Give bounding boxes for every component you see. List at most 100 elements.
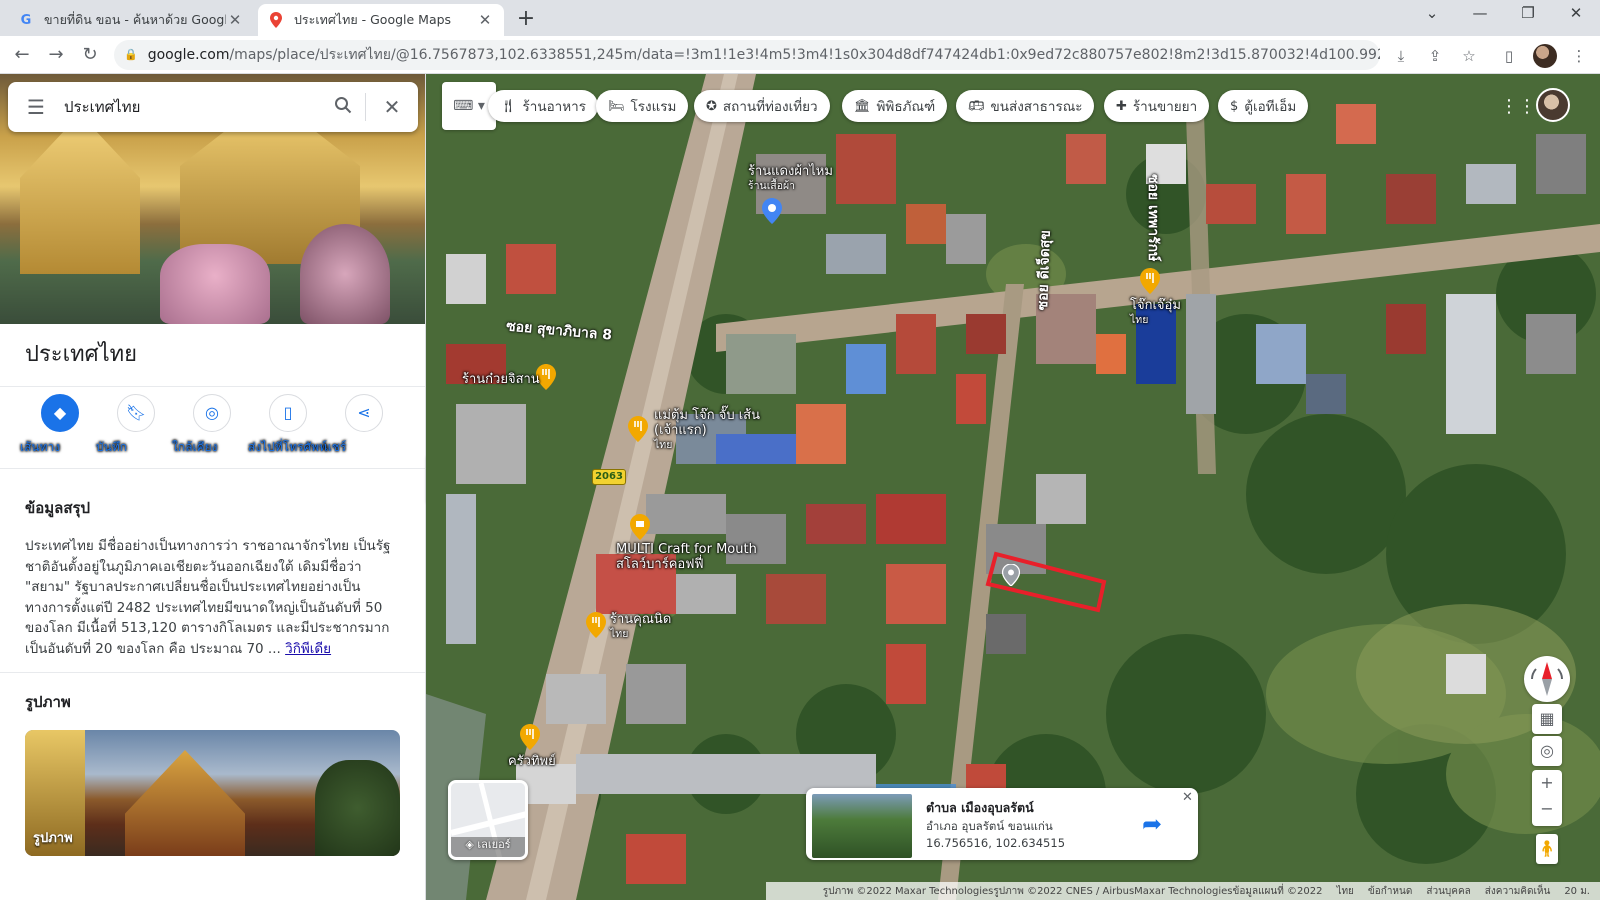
info-card-title: ตำบล เมืองอุบลรัตน์ bbox=[926, 800, 1034, 815]
shop-pin-icon[interactable] bbox=[762, 198, 782, 224]
nearby-icon: ◎ bbox=[193, 394, 231, 432]
url-path: /maps/place/ประเทศไทย/@16.7567873,102.63… bbox=[229, 47, 1380, 63]
browser-toolbar: ← → ↻ 🔒 google.com/maps/place/ประเทศไทย/… bbox=[0, 36, 1600, 74]
chip-hotels[interactable]: 🛏︎ โรงแรม bbox=[596, 90, 689, 122]
zoom-controls: + − bbox=[1532, 770, 1562, 826]
place-actions: ◆ เส้นทาง 🔖︎ บันทึก ◎ ใกล้เคียง ▯ ส่งไปท… bbox=[0, 394, 425, 464]
new-tab-button[interactable]: + bbox=[512, 6, 540, 32]
pharmacy-icon: ✚ bbox=[1116, 98, 1127, 114]
chip-restaurants[interactable]: 🍴︎ ร้านอาหาร bbox=[488, 90, 598, 122]
close-window-button[interactable]: ✕ bbox=[1558, 4, 1594, 22]
satellite-map[interactable]: ซอย สุขาภิบาล 8 ซอย เทพารักษ์ ซอย ดีเจ็ด… bbox=[426, 74, 1600, 900]
divider bbox=[0, 672, 425, 673]
photo-thumbnail[interactable]: รูปภาพ bbox=[25, 730, 400, 856]
place-side-panel: ☰ ประเทศไทย ✕ ประเทศไทย ◆ เส้นทาง 🔖︎ บัน… bbox=[0, 74, 426, 900]
my-location-icon[interactable]: ◎ bbox=[1532, 736, 1562, 766]
poi-label[interactable]: โจ๊กเจ๊อุ๋ม ไทย bbox=[1130, 298, 1181, 328]
bed-icon: 🛏︎ bbox=[608, 98, 625, 114]
layers-icon: ◈ bbox=[465, 838, 474, 851]
close-icon[interactable]: ✕ bbox=[1182, 790, 1193, 805]
terms-link[interactable]: ข้อกำหนด bbox=[1368, 884, 1412, 899]
address-bar[interactable]: 🔒 google.com/maps/place/ประเทศไทย/@16.75… bbox=[114, 40, 1380, 70]
poi-label[interactable]: MULTI Craft for Mouth สโลว์บาร์คอฟฟี่ bbox=[616, 542, 757, 572]
scale-bar[interactable]: 20 ม. bbox=[1564, 884, 1590, 899]
nearby-button[interactable]: ◎ ใกล้เคียง bbox=[172, 394, 252, 454]
poi-label[interactable]: ร้านคุณนิด ไทย bbox=[610, 612, 671, 642]
restaurant-pin-icon[interactable] bbox=[1140, 268, 1160, 294]
restaurant-pin-icon[interactable] bbox=[628, 416, 648, 442]
zoom-out-button[interactable]: − bbox=[1532, 796, 1562, 822]
chip-transit[interactable]: 🚌︎ ขนส่งสาธารณะ bbox=[956, 90, 1095, 122]
browser-tab-google-maps[interactable]: ประเทศไทย - Google Maps ✕ bbox=[258, 4, 504, 36]
street-view-thumbnail[interactable] bbox=[812, 794, 912, 858]
side-panel-icon[interactable]: ▯ bbox=[1498, 45, 1520, 67]
search-icon[interactable] bbox=[321, 96, 365, 119]
privacy-link[interactable]: ส่วนบุคคล bbox=[1426, 884, 1470, 899]
poi-label[interactable]: ร้านแดงผ้าไหม ร้านเสื้อผ้า bbox=[748, 164, 833, 194]
road-label: ซอย เทพารักษ์ bbox=[1145, 174, 1161, 262]
browser-tab-google-search[interactable]: G ขายที่ดิน ขอน - ค้นหาด้วย Google ✕ bbox=[8, 4, 254, 36]
language-link[interactable]: ไทย bbox=[1336, 884, 1353, 899]
tab-title: ขายที่ดิน ขอน - ค้นหาด้วย Google bbox=[44, 12, 226, 27]
chip-atms[interactable]: $ ตู้เอทีเอ็ม bbox=[1218, 90, 1309, 122]
install-icon[interactable]: ⤓ bbox=[1390, 45, 1412, 67]
close-tab-icon[interactable]: ✕ bbox=[476, 11, 494, 29]
poi-label[interactable]: ร้านก๋วยจิสาน bbox=[462, 372, 540, 387]
poi-label[interactable]: ครัวทิพย์ bbox=[508, 754, 556, 769]
maps-pin-icon bbox=[268, 12, 284, 28]
hamburger-menu-icon[interactable]: ☰ bbox=[8, 95, 64, 119]
dropped-pin-icon[interactable] bbox=[1002, 564, 1020, 586]
share-icon: ⋖ bbox=[345, 394, 383, 432]
restore-button[interactable]: ❐ bbox=[1510, 4, 1546, 22]
share-page-icon[interactable]: ⇪ bbox=[1424, 45, 1446, 67]
wikipedia-link[interactable]: วิกิพีเดีย bbox=[285, 641, 331, 657]
restaurant-pin-icon[interactable] bbox=[520, 724, 540, 750]
bus-icon: 🚌︎ bbox=[968, 98, 985, 114]
divider bbox=[0, 386, 425, 387]
photo-caption: รูปภาพ bbox=[33, 831, 73, 846]
bookmark-star-icon[interactable]: ☆ bbox=[1458, 45, 1480, 67]
chip-pharmacies[interactable]: ✚ ร้านขายยา bbox=[1104, 90, 1210, 122]
poi-label[interactable]: แม่ตุ้ม โจ๊ก จั๊บ เส้น (เจ้าแรก) ไทย bbox=[654, 408, 764, 453]
pegman-icon[interactable]: 🧍︎ bbox=[1536, 834, 1558, 864]
fork-knife-icon: 🍴︎ bbox=[500, 98, 517, 114]
action-label: แชร์ bbox=[324, 440, 347, 454]
chip-attractions[interactable]: ✪ สถานที่ท่องเที่ยว bbox=[694, 90, 830, 122]
feedback-link[interactable]: ส่งความคิดเห็น bbox=[1485, 884, 1551, 899]
clear-search-icon[interactable]: ✕ bbox=[366, 95, 418, 119]
layers-button[interactable]: ◈ เลเยอร์ bbox=[448, 780, 528, 860]
attraction-icon: ✪ bbox=[706, 98, 717, 114]
action-label: บันทึก bbox=[96, 440, 127, 454]
browser-menu-icon[interactable]: ⋮ bbox=[1568, 45, 1590, 67]
profile-avatar[interactable] bbox=[1533, 44, 1557, 68]
forward-button[interactable]: → bbox=[44, 43, 68, 67]
save-button[interactable]: 🔖︎ บันทึก bbox=[96, 394, 176, 454]
tilt-view-button[interactable]: ▦ bbox=[1532, 704, 1562, 734]
info-card-subtitle: อำเภอ อุบลรัตน์ ขอนแก่น bbox=[926, 819, 1053, 833]
account-avatar[interactable] bbox=[1536, 88, 1570, 122]
close-tab-icon[interactable]: ✕ bbox=[226, 11, 244, 29]
google-icon: G bbox=[20, 12, 32, 28]
search-input[interactable]: ประเทศไทย bbox=[64, 95, 321, 119]
place-info-card[interactable]: ตำบล เมืองอุบลรัตน์ อำเภอ อุบลรัตน์ ขอนแ… bbox=[806, 788, 1198, 860]
action-label: ใกล้เคียง bbox=[172, 440, 218, 454]
directions-button[interactable]: ◆ เส้นทาง bbox=[20, 394, 100, 454]
restaurant-pin-icon[interactable] bbox=[586, 612, 606, 638]
minimize-button[interactable]: — bbox=[1462, 4, 1498, 22]
send-to-phone-button[interactable]: ▯ ส่งไปที่โทรศัพท์ bbox=[248, 394, 328, 454]
cafe-pin-icon[interactable] bbox=[630, 514, 650, 540]
chip-museums[interactable]: 🏛︎ พิพิธภัณฑ์ bbox=[842, 90, 948, 122]
url-host: google.com bbox=[147, 47, 230, 63]
map-footer: รูปภาพ ©2022 Maxar Technologiesรูปภาพ ©2… bbox=[766, 882, 1600, 900]
zoom-in-button[interactable]: + bbox=[1532, 770, 1562, 796]
reload-button[interactable]: ↻ bbox=[78, 43, 102, 67]
share-button[interactable]: ⋖ แชร์ bbox=[324, 394, 404, 454]
directions-icon: ◆ bbox=[41, 394, 79, 432]
road-label: ซอย ดีเจ็ดสุข bbox=[1034, 229, 1054, 311]
back-button[interactable]: ← bbox=[10, 43, 34, 67]
browser-tab-bar: G ขายที่ดิน ขอน - ค้นหาด้วย Google ✕ ประ… bbox=[0, 0, 1600, 36]
summary-heading: ข้อมูลสรุป bbox=[25, 499, 91, 517]
directions-icon[interactable]: ➦ bbox=[1142, 810, 1162, 838]
tab-search-chevron-icon[interactable]: ⌄ bbox=[1414, 4, 1450, 22]
compass-icon[interactable] bbox=[1524, 656, 1570, 702]
